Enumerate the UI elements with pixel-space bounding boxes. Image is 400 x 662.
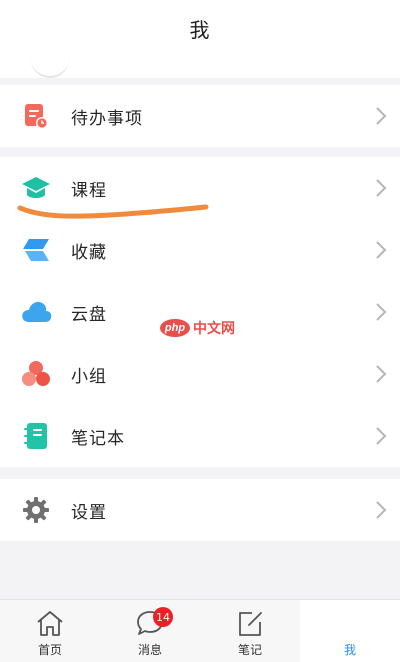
menu-item-label: 笔记本 (71, 428, 125, 449)
tab-notes[interactable]: 笔记 (200, 600, 300, 662)
chevron-right-icon (374, 106, 388, 126)
menu-item-settings[interactable]: 设置 (0, 479, 400, 541)
edit-note-icon (235, 609, 265, 637)
page-title: 我 (189, 17, 211, 42)
main-menu-group: 课程 收藏 云盘 小组 笔记本 (0, 157, 400, 467)
menu-item-favorites[interactable]: 收藏 (0, 219, 400, 281)
avatar-edge (30, 36, 70, 78)
todo-group: 待办事项 (0, 85, 400, 147)
profile-section-peek (0, 56, 400, 78)
menu-item-course[interactable]: 课程 (0, 157, 400, 219)
favorites-stack-icon (20, 234, 52, 266)
menu-item-label: 小组 (71, 366, 107, 387)
menu-item-label: 设置 (71, 502, 107, 523)
menu-item-label: 收藏 (71, 242, 107, 263)
profile-icon (335, 609, 365, 637)
menu-item-label: 课程 (71, 180, 107, 201)
unread-count-badge: 14 (153, 607, 173, 627)
graduation-cap-icon (20, 172, 52, 204)
menu-item-notebook[interactable]: 笔记本 (0, 405, 400, 467)
gear-icon (20, 494, 52, 526)
menu-item-label: 云盘 (71, 304, 107, 325)
cloud-icon (20, 296, 52, 328)
tab-me[interactable]: 我 (300, 600, 400, 662)
tab-label: 首页 (37, 643, 62, 657)
todo-list-icon (20, 100, 52, 132)
menu-item-group[interactable]: 小组 (0, 343, 400, 405)
chevron-right-icon (374, 500, 388, 520)
me-page: 我 待办事项 课程 收藏 云盘 小组 笔记本 设置 php 中文网 首页 14 … (0, 0, 400, 662)
chevron-right-icon (374, 364, 388, 384)
chevron-right-icon (374, 178, 388, 198)
bottom-tab-bar: 首页 14 消息 笔记 我 (0, 599, 400, 662)
tab-home[interactable]: 首页 (0, 600, 100, 662)
chevron-right-icon (374, 426, 388, 446)
chat-bubble-icon: 14 (135, 607, 173, 637)
home-icon (35, 609, 65, 637)
chevron-right-icon (374, 240, 388, 260)
settings-group: 设置 (0, 479, 400, 541)
notebook-icon (20, 420, 52, 452)
php-watermark: php 中文网 (160, 318, 235, 338)
chevron-right-icon (374, 302, 388, 322)
tab-label: 笔记 (237, 643, 262, 657)
group-circles-icon (20, 358, 52, 390)
tab-label: 我 (343, 643, 356, 657)
menu-item-todo[interactable]: 待办事项 (0, 85, 400, 147)
tab-messages[interactable]: 14 消息 (100, 600, 200, 662)
tab-label: 消息 (137, 643, 162, 657)
watermark-badge: php (160, 319, 190, 337)
watermark-text: 中文网 (193, 321, 235, 337)
menu-item-label: 待办事项 (71, 108, 143, 129)
